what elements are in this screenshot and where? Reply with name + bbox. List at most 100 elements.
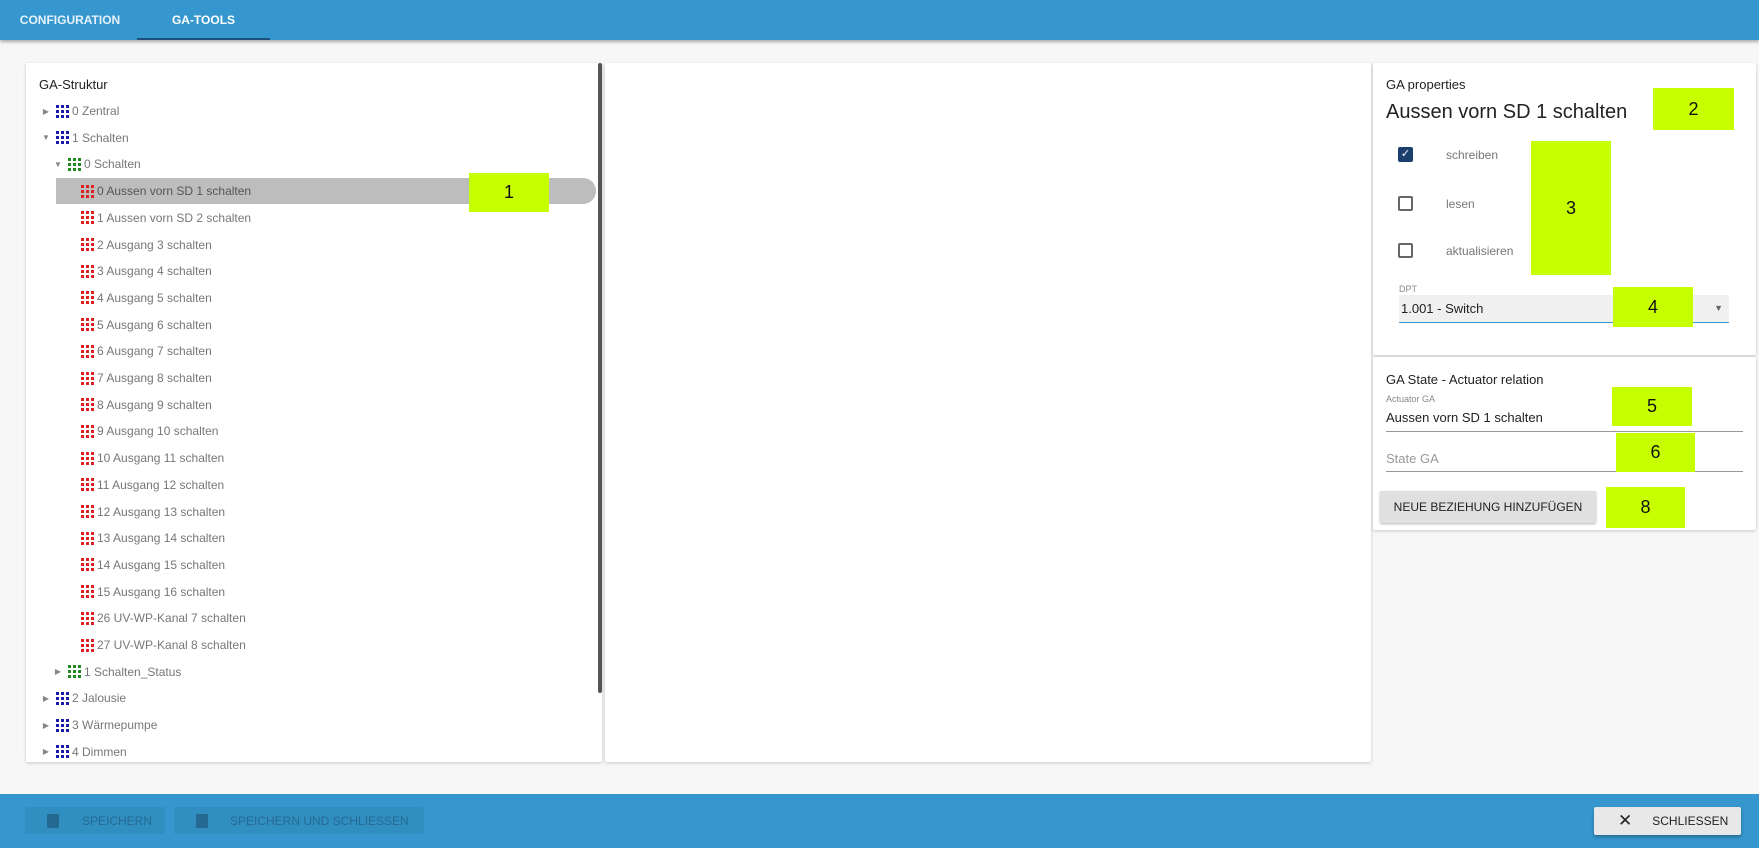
tree-row[interactable]: 26 UV-WP-Kanal 7 schalten	[56, 605, 246, 631]
chevron-down-icon: ▼	[1714, 303, 1723, 313]
top-tab-bar: CONFIGURATION GA-TOOLS	[0, 0, 1759, 40]
tree-row[interactable]: 12 Ausgang 13 schalten	[56, 499, 225, 525]
ga-relation-card: GA State - Actuator relation Actuator GA…	[1373, 357, 1756, 530]
tree-scrollbar[interactable]	[598, 63, 602, 693]
tree-row-label: 4 Ausgang 5 schalten	[97, 290, 212, 305]
tree-row[interactable]: 13 Ausgang 14 schalten	[56, 525, 225, 551]
tree-row-label: 5 Ausgang 6 schalten	[97, 317, 212, 332]
group-address-grid-icon	[81, 531, 94, 545]
tree-row-label: 15 Ausgang 16 schalten	[97, 584, 226, 599]
group-address-grid-icon	[56, 131, 69, 145]
tree-row-label: 3 Wärmepumpe	[72, 718, 158, 733]
group-address-grid-icon	[81, 585, 94, 599]
caret-right-icon[interactable]: ▶	[40, 721, 52, 730]
tree-title: GA-Struktur	[39, 77, 108, 92]
marker-2: 2	[1653, 88, 1734, 130]
caret-right-icon[interactable]: ▶	[40, 107, 52, 116]
group-address-grid-icon	[81, 505, 94, 518]
checkbox-label: schreiben	[1446, 148, 1499, 162]
tree-row[interactable]: 10 Ausgang 11 schalten	[56, 445, 224, 471]
tree-row[interactable]: ▶ 4 Dimmen	[40, 739, 127, 765]
group-address-grid-icon	[81, 478, 94, 492]
tree-row[interactable]: ▶ 2 Jalousie	[40, 685, 126, 711]
tab-configuration[interactable]: CONFIGURATION	[8, 0, 132, 40]
properties-title: Aussen vorn SD 1 schalten	[1386, 101, 1628, 123]
tree-row[interactable]: 9 Ausgang 10 schalten	[56, 418, 218, 444]
tree-row[interactable]: ▶ 0 Zentral	[40, 98, 119, 124]
marker-3: 3	[1531, 141, 1611, 275]
group-address-grid-icon	[56, 691, 69, 705]
tree-row-label: 0 Aussen vorn SD 1 schalten	[97, 184, 252, 199]
group-address-grid-icon	[68, 157, 81, 171]
tree-row[interactable]: 2 Ausgang 3 schalten	[56, 232, 212, 258]
checkbox-schreiben[interactable]: ✓	[1398, 147, 1413, 162]
group-address-grid-icon	[81, 264, 94, 278]
tree-row[interactable]: 5 Ausgang 6 schalten	[56, 312, 212, 338]
marker-4: 4	[1613, 287, 1693, 327]
tree-row-label: 26 UV-WP-Kanal 7 schalten	[97, 611, 246, 626]
tree-row-label: 7 Ausgang 8 schalten	[97, 371, 212, 385]
group-address-grid-icon	[81, 371, 94, 385]
tree-row-label: 8 Ausgang 9 schalten	[97, 397, 212, 412]
group-address-grid-icon	[56, 104, 69, 118]
group-address-grid-icon	[81, 344, 94, 358]
tree-row[interactable]: ▶ 3 Wärmepumpe	[40, 712, 157, 738]
tree-row[interactable]: 14 Ausgang 15 schalten	[56, 552, 225, 578]
tree-row[interactable]: 6 Ausgang 7 schalten	[56, 338, 212, 364]
caret-down-icon[interactable]: ▼	[52, 160, 64, 169]
save-and-close-button[interactable]: SPEICHERN UND SCHLIESSEN	[174, 807, 424, 834]
relation-heading: GA State - Actuator relation	[1386, 372, 1544, 387]
caret-right-icon[interactable]: ▶	[40, 747, 52, 756]
tree-row[interactable]: 27 UV-WP-Kanal 8 schalten	[56, 632, 246, 658]
tree-row[interactable]: ▼ 0 Schalten	[52, 151, 141, 177]
tree-row-label: 2 Jalousie	[72, 691, 127, 706]
save-button[interactable]: SPEICHERN	[25, 807, 165, 834]
tree-row[interactable]: ▶ 1 Schalten_Status	[52, 659, 181, 685]
marker-8: 8	[1606, 487, 1685, 528]
tree-row[interactable]: ▼ 1 Schalten	[40, 125, 129, 151]
tree-row-label: 13 Ausgang 14 schalten	[97, 531, 226, 546]
tree-row[interactable]: 4 Ausgang 5 schalten	[56, 285, 212, 311]
checkbox-aktualisieren[interactable]	[1398, 243, 1413, 258]
tree-row-label: 1 Aussen vorn SD 2 schalten	[97, 210, 252, 225]
group-address-grid-icon	[56, 718, 69, 732]
tree-row[interactable]: 1 Aussen vorn SD 2 schalten	[56, 205, 251, 231]
group-address-grid-icon	[81, 291, 94, 305]
actuator-ga-label: Actuator GA	[1386, 394, 1436, 404]
group-address-grid-icon	[81, 398, 94, 412]
group-address-grid-icon	[81, 424, 94, 438]
center-panel	[605, 63, 1371, 762]
save-icon	[47, 813, 59, 828]
tree-row-label: 27 UV-WP-Kanal 8 schalten	[97, 638, 246, 652]
save-label: SPEICHERN	[82, 813, 153, 828]
tree-row[interactable]: 3 Ausgang 4 schalten	[56, 258, 212, 284]
caret-right-icon[interactable]: ▶	[52, 667, 64, 676]
tree-row-label: 12 Ausgang 13 schalten	[97, 504, 226, 519]
dpt-label: DPT	[1399, 284, 1417, 294]
close-icon: ✕	[1618, 811, 1633, 830]
marker-5: 5	[1612, 387, 1692, 426]
add-relation-button[interactable]: NEUE BEZIEHUNG HINZUFÜGEN	[1380, 491, 1596, 523]
dpt-value: 1.001 - Switch	[1401, 301, 1484, 316]
group-address-grid-icon	[81, 211, 94, 225]
caret-down-icon[interactable]: ▼	[40, 133, 52, 142]
tree-row-label: 9 Ausgang 10 schalten	[97, 424, 219, 439]
tree-row-label: 1 Schalten	[72, 130, 129, 145]
close-button[interactable]: ✕ SCHLIESSEN	[1594, 807, 1741, 835]
checkbox-label: aktualisieren	[1446, 244, 1514, 258]
tab-ga-tools[interactable]: GA-TOOLS	[137, 0, 270, 40]
properties-heading: GA properties	[1386, 77, 1466, 92]
tree-row-label: 6 Ausgang 7 schalten	[97, 344, 212, 359]
tree-row-label: 0 Schalten	[84, 157, 141, 172]
group-address-grid-icon	[81, 558, 94, 572]
checkbox-label: lesen	[1446, 197, 1475, 211]
group-address-grid-icon	[81, 638, 94, 652]
tree-row[interactable]: 11 Ausgang 12 schalten	[56, 472, 224, 498]
save-icon	[196, 813, 208, 828]
tree-row[interactable]: 7 Ausgang 8 schalten	[56, 365, 212, 391]
tree-row[interactable]: 15 Ausgang 16 schalten	[56, 579, 225, 605]
tree-row-label: 0 Zentral	[72, 104, 120, 118]
caret-right-icon[interactable]: ▶	[40, 694, 52, 703]
checkbox-lesen[interactable]	[1398, 196, 1413, 211]
tree-row[interactable]: 8 Ausgang 9 schalten	[56, 392, 212, 418]
